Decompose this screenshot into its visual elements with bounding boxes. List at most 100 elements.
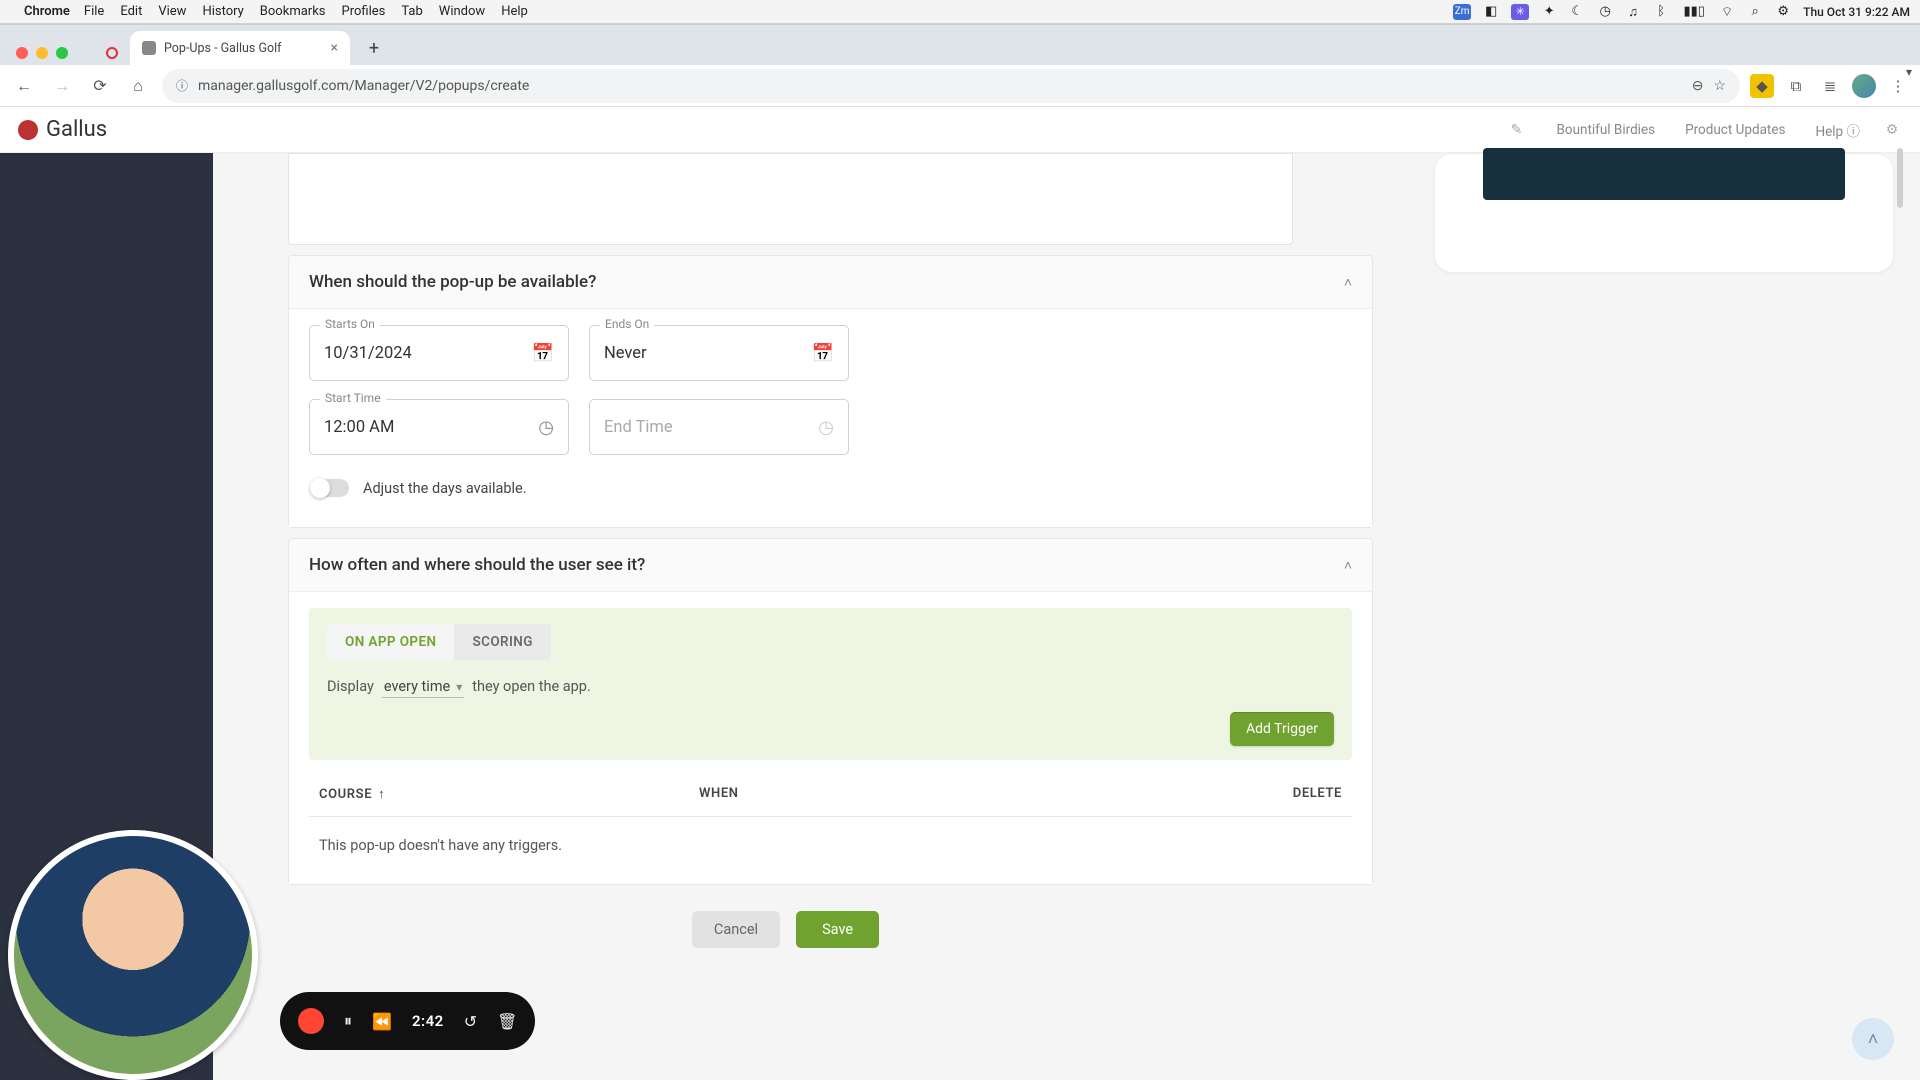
new-tab-button[interactable]: + [360, 34, 388, 62]
extensions-puzzle-icon[interactable]: ⧉ [1784, 74, 1808, 98]
menu-bar-clock[interactable]: Thu Oct 31 9:22 AM [1803, 5, 1910, 19]
previous-section-card [288, 153, 1293, 245]
reading-list-icon[interactable]: ≣ [1818, 74, 1842, 98]
loom-pause-icon[interactable]: ⏸ [344, 1011, 352, 1031]
square-icon[interactable]: ◧ [1483, 4, 1499, 20]
loom-elapsed-time: 2:42 [412, 1012, 444, 1030]
bluetooth-icon[interactable]: ᛒ [1653, 4, 1669, 20]
window-controls [8, 47, 76, 65]
loom-menubar-icon[interactable]: ✳ [1511, 4, 1529, 20]
table-header-row: COURSE ↑ WHEN DELETE [309, 772, 1352, 817]
preview-scrollbar[interactable] [1897, 148, 1903, 208]
cancel-button[interactable]: Cancel [692, 911, 780, 948]
org-name-link[interactable]: Bountiful Birdies [1556, 122, 1655, 138]
frequency-section-header[interactable]: How often and where should the user see … [289, 539, 1372, 591]
recording-indicator-icon[interactable] [106, 47, 118, 59]
ends-on-label: Ends On [600, 317, 654, 331]
adjust-days-toggle[interactable] [311, 479, 349, 497]
browser-tab-active[interactable]: Pop-Ups - Gallus Golf × [130, 31, 350, 65]
availability-section-header[interactable]: When should the pop-up be available? ˄ [289, 256, 1372, 308]
profile-avatar-button[interactable] [1852, 74, 1876, 98]
active-app-name[interactable]: Chrome [24, 4, 70, 19]
menu-history[interactable]: History [202, 4, 243, 19]
menu-file[interactable]: File [84, 4, 104, 19]
wifi-icon[interactable]: ⌔ [1719, 4, 1735, 20]
site-info-icon[interactable]: ⓘ [176, 77, 188, 94]
address-bar[interactable]: ⓘ manager.gallusgolf.com/Manager/V2/popu… [162, 69, 1740, 103]
zoom-menubar-icon[interactable]: Zm [1453, 4, 1471, 20]
puzzle-icon[interactable]: ✦ [1541, 4, 1557, 20]
tab-on-app-open[interactable]: ON APP OPEN [327, 624, 454, 660]
spotlight-icon[interactable]: ⌕ [1747, 4, 1763, 20]
home-button[interactable]: ⌂ [124, 72, 152, 100]
clock-icon[interactable]: ◷ [538, 417, 554, 438]
brand-name: Gallus [46, 117, 107, 142]
scroll-to-top-button[interactable]: ˄ [1852, 1018, 1894, 1060]
column-course[interactable]: COURSE ↑ [319, 786, 699, 802]
edit-pencil-icon[interactable]: ✎ [1506, 120, 1526, 140]
menu-profiles[interactable]: Profiles [342, 4, 386, 19]
calendar-icon[interactable]: 📅 [532, 343, 554, 364]
page-root: Gallus ✎ Bountiful Birdies Product Updat… [0, 107, 1920, 1080]
brand[interactable]: Gallus [18, 117, 107, 142]
menu-bookmarks[interactable]: Bookmarks [260, 4, 326, 19]
trigger-config-box: ON APP OPEN SCORING Display every time ▾ [309, 608, 1352, 760]
url-text: manager.gallusgolf.com/Manager/V2/popups… [198, 78, 529, 94]
chevron-up-icon: ˄ [1344, 274, 1352, 291]
moon-icon[interactable]: ☾ [1569, 4, 1585, 20]
loom-webcam-bubble[interactable] [8, 830, 258, 1080]
clock-icon[interactable]: ◷ [1597, 4, 1613, 20]
window-maximize-button[interactable] [56, 47, 68, 59]
calendar-icon[interactable]: 📅 [812, 343, 834, 364]
availability-section-title: When should the pop-up be available? [309, 272, 596, 292]
battery-icon[interactable]: ▮▮▯ [1681, 4, 1707, 20]
save-button[interactable]: Save [796, 911, 879, 948]
starts-on-field[interactable]: Starts On 10/31/2024 📅 [309, 325, 569, 381]
loom-restart-icon[interactable]: ↺ [464, 1012, 477, 1031]
clock-icon[interactable]: ◷ [818, 417, 834, 438]
preview-pane [1434, 153, 1894, 273]
menu-window[interactable]: Window [439, 4, 485, 19]
zoom-indicator-icon[interactable]: ⊖ [1692, 78, 1704, 94]
tab-scoring[interactable]: SCORING [454, 624, 550, 660]
tabs-dropdown-icon[interactable]: ▾ [1906, 65, 1912, 79]
window-minimize-button[interactable] [36, 47, 48, 59]
settings-gear-icon[interactable]: ⚙ [1882, 120, 1902, 140]
column-when[interactable]: WHEN [699, 786, 1252, 802]
triggers-table: COURSE ↑ WHEN DELETE This pop-up doesn't… [309, 772, 1352, 874]
content-area: When should the pop-up be available? ˄ S… [213, 153, 1920, 1080]
window-close-button[interactable] [16, 47, 28, 59]
triggers-empty-state: This pop-up doesn't have any triggers. [309, 817, 1352, 874]
bookmark-star-icon[interactable]: ☆ [1713, 78, 1726, 94]
frequency-section: How often and where should the user see … [288, 538, 1373, 885]
loom-trash-icon[interactable]: 🗑 [497, 1012, 517, 1031]
loom-rewind-icon[interactable]: ⏪ [372, 1012, 392, 1031]
forward-button[interactable]: → [48, 72, 76, 100]
start-time-value: 12:00 AM [324, 418, 538, 437]
loom-stop-button[interactable] [298, 1008, 324, 1034]
display-prefix: Display [327, 678, 374, 695]
menu-tab[interactable]: Tab [401, 4, 422, 19]
tab-close-icon[interactable]: × [331, 40, 338, 56]
add-trigger-button[interactable]: Add Trigger [1230, 712, 1334, 746]
column-delete: DELETE [1252, 786, 1342, 802]
end-time-field[interactable]: End Time ◷ [589, 399, 849, 455]
menu-edit[interactable]: Edit [120, 4, 142, 19]
control-center-icon[interactable]: ⚙ [1775, 4, 1791, 20]
page-actions: Cancel Save [243, 911, 1328, 948]
ends-on-field[interactable]: Ends On Never 📅 [589, 325, 849, 381]
headphones-icon[interactable]: ♫ [1625, 4, 1641, 20]
sort-asc-icon: ↑ [378, 786, 385, 802]
favicon-icon [142, 41, 156, 55]
gallus-logo-icon [18, 120, 38, 140]
start-time-field[interactable]: Start Time 12:00 AM ◷ [309, 399, 569, 455]
product-updates-link[interactable]: Product Updates [1685, 122, 1785, 138]
display-frequency-value: every time [384, 678, 450, 695]
reload-button[interactable]: ⟳ [86, 72, 114, 100]
display-frequency-select[interactable]: every time ▾ [382, 676, 464, 698]
menu-view[interactable]: View [158, 4, 186, 19]
extension-icon[interactable]: ◆ [1750, 74, 1774, 98]
menu-help[interactable]: Help [501, 4, 528, 19]
back-button[interactable]: ← [10, 72, 38, 100]
help-link[interactable]: Help ⓘ [1815, 120, 1860, 140]
